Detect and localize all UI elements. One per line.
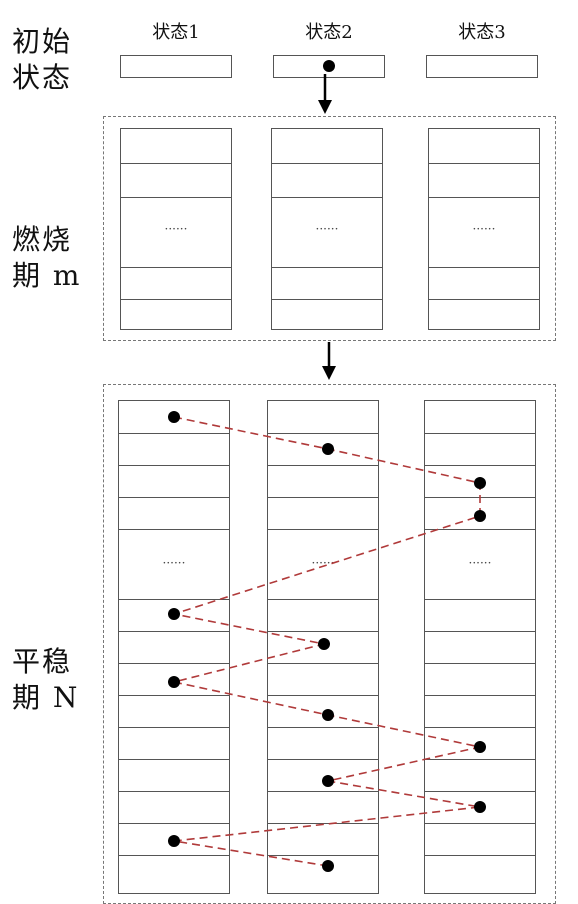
sample-dots (168, 411, 486, 872)
sampling-path-overlay (168, 60, 486, 872)
arrow-down-icon (318, 74, 332, 114)
arrow-down-icon (322, 342, 336, 380)
initial-state-dot (323, 60, 335, 72)
